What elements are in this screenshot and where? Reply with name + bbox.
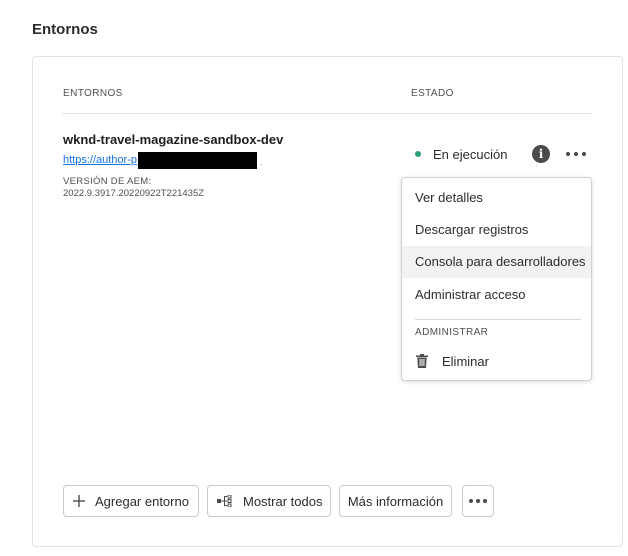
environment-name: wknd-travel-magazine-sandbox-dev: [63, 132, 284, 147]
info-icon[interactable]: i: [532, 145, 550, 163]
header-divider: [62, 113, 593, 114]
actions-menu: Ver detalles Descargar registros Consola…: [401, 177, 592, 381]
more-icon-dot: [566, 152, 570, 156]
status-text: En ejecución: [433, 146, 508, 162]
redacted-block: [138, 151, 257, 169]
more-icon-dot: [483, 499, 487, 503]
menu-item-eliminar-label: Eliminar: [442, 353, 489, 369]
aem-version-label: VERSIÓN DE AEM:: [63, 176, 152, 187]
column-header-environments: ENTORNOS: [63, 88, 123, 99]
more-icon-dot: [574, 152, 578, 156]
menu-item-ver-detalles[interactable]: Ver detalles: [402, 182, 591, 214]
environment-url-row: https://author-p .: [63, 151, 263, 169]
environment-url-link[interactable]: https://author-p: [63, 154, 137, 166]
menu-item-consola-desarrolladores[interactable]: Consola para desarrolladores: [402, 246, 591, 278]
more-actions-button[interactable]: [566, 150, 586, 158]
section-title: Entornos: [32, 21, 98, 38]
menu-divider: [415, 319, 581, 320]
add-environment-button[interactable]: Agregar entorno: [63, 485, 199, 517]
add-icon: [73, 495, 85, 507]
trash-icon: [416, 354, 428, 368]
url-suffix: .: [260, 157, 263, 167]
status-indicator: En ejecución: [415, 145, 507, 163]
status-dot-icon: [415, 151, 421, 157]
more-icon-dot: [469, 499, 473, 503]
more-info-label: Más información: [347, 493, 444, 509]
menu-section-label: ADMINISTRAR: [415, 327, 489, 338]
add-environment-label: Agregar entorno: [95, 493, 189, 509]
more-icon-dot: [476, 499, 480, 503]
footer-more-button[interactable]: [462, 485, 494, 517]
tree-view-icon: [217, 495, 232, 507]
more-info-button[interactable]: Más información: [339, 485, 452, 517]
more-icon-dot: [582, 152, 586, 156]
menu-item-descargar-registros[interactable]: Descargar registros: [402, 214, 591, 246]
show-all-label: Mostrar todos: [243, 493, 323, 509]
environments-page: Entornos ENTORNOS ESTADO wknd-travel-mag…: [0, 0, 628, 556]
show-all-button[interactable]: Mostrar todos: [207, 485, 331, 517]
column-header-status: ESTADO: [411, 88, 454, 99]
aem-version-value: 2022.9.3917.20220922T221435Z: [63, 188, 205, 199]
menu-item-administrar-acceso[interactable]: Administrar acceso: [402, 279, 591, 311]
menu-item-eliminar[interactable]: Eliminar: [402, 345, 591, 377]
